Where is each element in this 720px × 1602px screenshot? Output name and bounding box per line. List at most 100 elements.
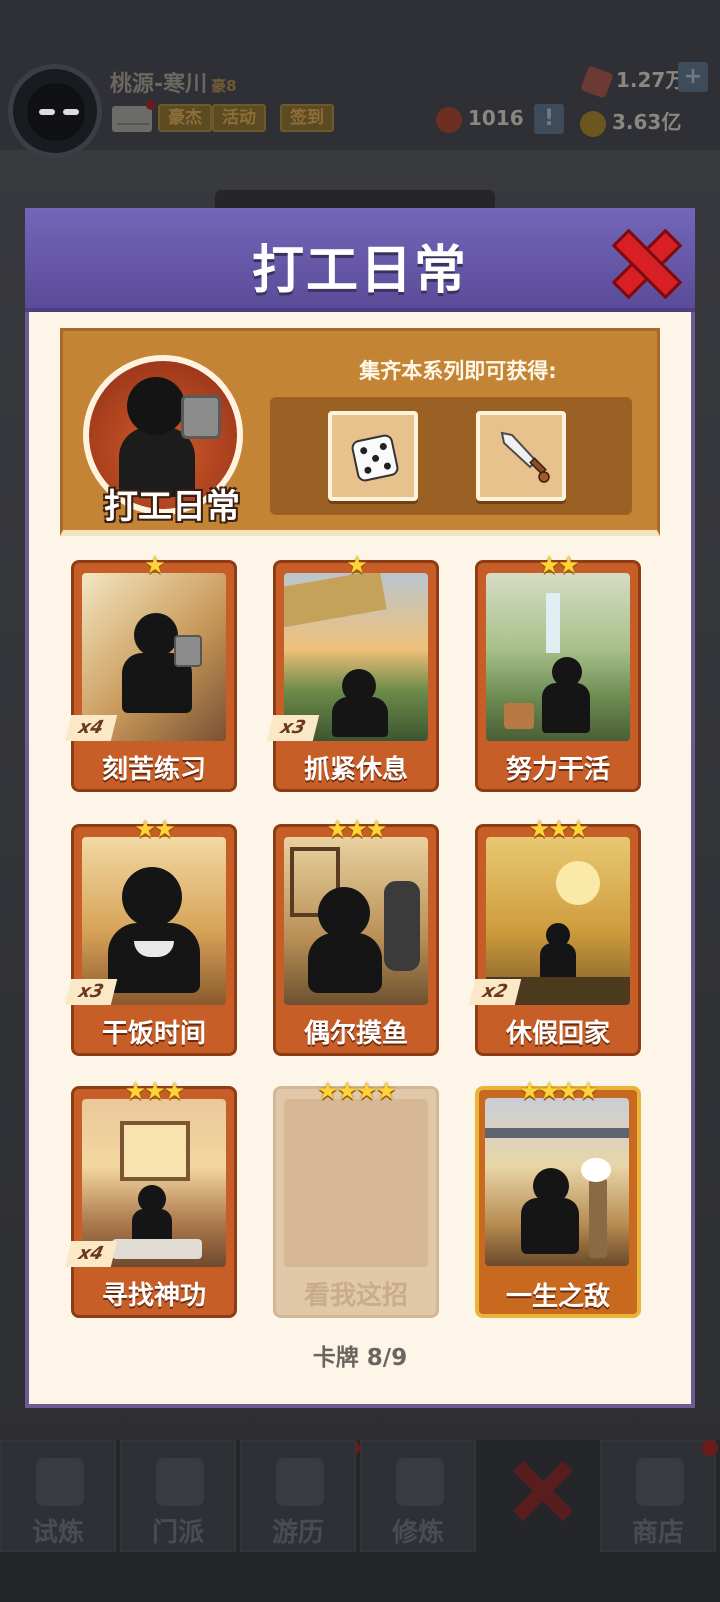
card-frame: 一生之敌 [475,1086,641,1318]
card-4[interactable]: 偶尔摸鱼 ★★★ [273,816,439,1056]
card-frame: 努力干活 [475,560,641,792]
card-frame: x3 干饭时间 [64,824,237,1056]
card-collection-modal: 打工日常 打工日常 集齐本系列即可获得: x4 刻苦练习 ★ x3 抓紧休息 ★… [25,208,695,1408]
card-name: 抓紧休息 [303,755,408,785]
card-8[interactable]: 一生之敌 ★★★★ [475,1078,641,1318]
rock-icon [181,395,221,439]
modal-header: 打工日常 [25,208,695,312]
card-2[interactable]: 努力干活 ★★ [475,552,641,792]
nav-trial[interactable]: 试炼 [0,1440,116,1552]
gold-amount: 3.63亿 [612,110,682,134]
star-icon: ★★★★ [518,1077,599,1105]
card-3[interactable]: x3 干饭时间 ★★ [64,815,237,1056]
game-screen: 桃源-寒川 豪8 豪杰 活动 签到 1.27万 + 1016 ! 3.63亿 试炼… [0,0,720,1602]
card-art [284,837,428,1005]
reward-panel: 打工日常 集齐本系列即可获得: [60,328,660,536]
nav-sect-label: 门派 [151,1518,204,1548]
card-name: 偶尔摸鱼 [303,1019,408,1049]
card-art [485,1098,629,1266]
card-name: 刻苦练习 [101,755,206,785]
add-gems-button[interactable]: + [678,62,708,92]
card-7-locked[interactable]: 看我这招 ★★★★ [273,1078,439,1318]
token-icon [436,106,462,133]
card-count: x2 [468,979,522,1005]
nav-travel-label: 游历 [271,1518,324,1548]
trial-icon [36,1458,84,1506]
card-name: 干饭时间 [101,1019,206,1049]
mail-notification-dot [146,100,156,110]
ninja-head [127,377,185,435]
card-count: x3 [64,979,118,1005]
card-frame: x2 休假回家 [468,824,641,1056]
card-frame: 看我这招 [273,1086,439,1318]
star-icon: ★★★ [124,1077,186,1105]
nav-close-icon[interactable] [512,1460,572,1520]
star-icon: ★ [144,551,166,579]
card-6[interactable]: x4 寻找神功 ★★★ [64,1077,237,1318]
bottom-nav: 试炼 门派 游历 修炼 商店 [0,1440,720,1602]
reward-box [270,397,632,515]
events-button[interactable]: 活动 [212,104,266,132]
card-name: 看我这招 [303,1281,408,1311]
card-frame: x4 寻找神功 [64,1086,237,1318]
progress-label: 卡牌 [312,1345,359,1371]
series-label: 打工日常 [104,487,240,527]
gold-counter: 3.63亿 [580,106,681,137]
player-title-tag: 豪8 [211,77,237,95]
player-avatar[interactable] [8,64,102,158]
close-button[interactable] [615,232,673,290]
sword-icon [500,431,550,483]
card-0[interactable]: x4 刻苦练习 ★ [64,551,237,792]
nav-cultivate[interactable]: 修炼 [360,1440,476,1552]
shop-notification-dot [702,1440,718,1456]
card-name: 努力干活 [505,755,610,785]
cultivate-icon [396,1458,444,1506]
player-name-text: 桃源-寒川 [110,72,208,97]
nav-trial-label: 试炼 [31,1518,84,1548]
nav-shop[interactable]: 商店 [600,1440,716,1552]
reward-slot-sword[interactable] [476,411,566,501]
star-icon: ★★★ [326,815,388,843]
card-name: 休假回家 [505,1019,610,1049]
card-name: 寻找神功 [101,1281,206,1311]
star-icon: ★★ [538,551,579,579]
avatar-eye [63,109,79,115]
player-name: 桃源-寒川 豪8 [110,66,237,98]
gem-amount: 1.27万 [616,68,686,92]
gem-icon [580,64,614,99]
card-frame: x4 刻苦练习 [64,560,237,792]
modal-title: 打工日常 [251,241,468,301]
gold-coin-icon [580,110,606,137]
star-icon: ★ [346,551,368,579]
card-count: x4 [64,1241,118,1267]
nav-travel[interactable]: 游历 [240,1440,356,1552]
star-icon: ★★★★ [316,1077,397,1105]
top-header: 桃源-寒川 豪8 豪杰 活动 签到 1.27万 + 1016 ! 3.63亿 [0,0,720,158]
card-art [486,573,630,741]
sect-icon [156,1458,204,1506]
star-icon: ★★★ [528,815,590,843]
gem-counter: 1.27万 [580,64,686,99]
token-info-button[interactable]: ! [534,104,564,134]
avatar-eye [39,109,55,115]
checkin-button[interactable]: 签到 [280,104,334,132]
mail-icon[interactable] [112,106,152,132]
reward-caption: 集齐本系列即可获得: [359,359,557,383]
card-count: x3 [266,715,320,741]
progress-value: 8/9 [366,1345,408,1371]
heroes-button[interactable]: 豪杰 [158,104,212,132]
nav-shop-label: 商店 [631,1518,684,1548]
card-5[interactable]: x2 休假回家 ★★★ [468,815,641,1056]
nav-sect[interactable]: 门派 [120,1440,236,1552]
shop-icon [636,1458,684,1506]
dice-icon [350,433,400,483]
token-counter: 1016 [436,106,524,133]
travel-icon [276,1458,324,1506]
card-count: x4 [64,715,118,741]
reward-slot-dice[interactable] [328,411,418,501]
card-frame: 偶尔摸鱼 [273,824,439,1056]
star-icon: ★★ [134,815,175,843]
card-name: 一生之敌 [505,1282,610,1312]
card-1[interactable]: x3 抓紧休息 ★ [266,551,439,792]
nav-cultivate-label: 修炼 [391,1518,444,1548]
